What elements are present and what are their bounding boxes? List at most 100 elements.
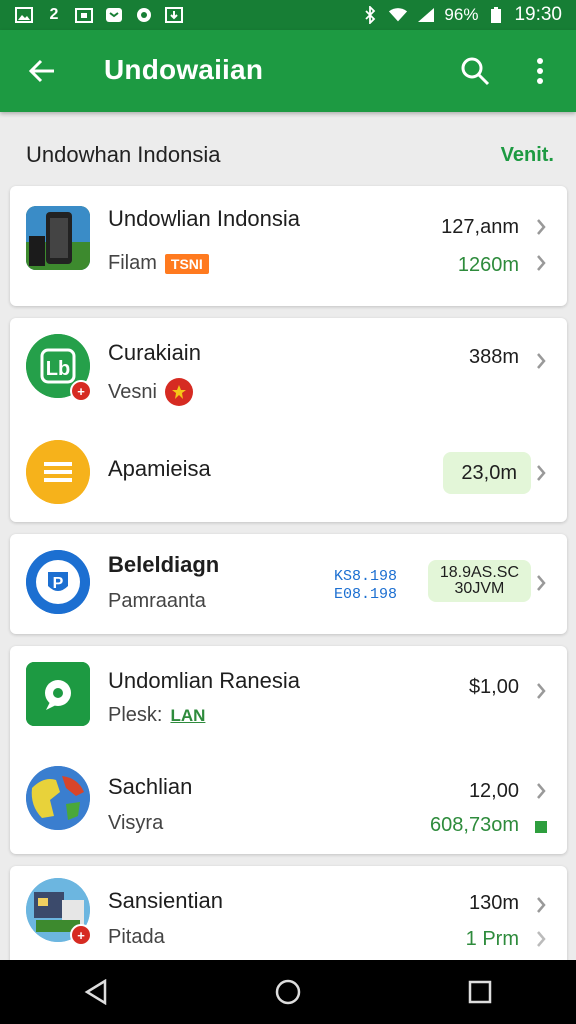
- code-label: KS8.198: [334, 568, 398, 585]
- list-item[interactable]: Sachlian Visyra 12,00 608,73om: [10, 750, 567, 854]
- app-subtitle: Pitada: [108, 926, 165, 949]
- download-icon: [164, 6, 184, 24]
- app-category: Filam: [108, 252, 157, 274]
- sim-icon: 2: [49, 6, 59, 23]
- app-subtitle: Vesni: [108, 378, 193, 406]
- value-primary: 127,anm: [441, 216, 519, 238]
- chevron-right-icon: [533, 680, 549, 702]
- triangle-back-icon: [84, 979, 107, 1005]
- system-indicators: 96% 19:30: [360, 4, 562, 26]
- chevron-right-icon: [533, 252, 549, 274]
- search-icon: [461, 57, 490, 86]
- value-pill: 23,0m: [443, 452, 531, 494]
- signal-icon: [416, 6, 436, 24]
- list-item[interactable]: Apamieisa 23,0m: [10, 422, 567, 522]
- value-primary: 130m: [468, 892, 519, 914]
- chat-app-icon: [26, 662, 90, 726]
- globe-app-icon: [26, 766, 90, 830]
- overflow-menu-button[interactable]: [524, 52, 556, 90]
- nav-back-button[interactable]: [66, 962, 126, 1022]
- app-category: Visyra: [108, 812, 164, 834]
- app-name: Curakiain: [108, 340, 201, 365]
- battery-icon: [486, 6, 506, 24]
- chevron-right-icon: [533, 780, 549, 802]
- list-item[interactable]: + Sansientian Pitada 130m 1 Prm: [10, 866, 567, 960]
- nav-recents-button[interactable]: [450, 962, 510, 1022]
- value-pill: 18.9AS.SC 30JVM: [427, 560, 531, 602]
- svg-text:Lb: Lb: [46, 358, 70, 380]
- circle-home-icon: [275, 979, 301, 1005]
- section-header: Undowhan Indonsia Venit.: [0, 112, 576, 186]
- image-icon: [14, 6, 34, 24]
- message-icon: [104, 6, 124, 24]
- app-card: Undowlian Indonsia Filam TSNI 127,anm 12…: [10, 186, 567, 306]
- app-name: Undomlian Ranesia: [108, 668, 300, 693]
- app-subtitle: Pamraanta: [108, 590, 206, 613]
- system-nav-bar: [0, 960, 576, 1024]
- search-button[interactable]: [456, 52, 494, 90]
- status-bar: 2 96% 19:30: [0, 0, 576, 30]
- more-vert-icon: [537, 58, 543, 84]
- app-category: Pitada: [108, 926, 165, 948]
- app-name: Sansientian: [108, 888, 223, 913]
- value-primary: 388m: [468, 346, 519, 368]
- app-card: P Beleldiagn Pamraanta KS8.198 E08.198 1…: [10, 534, 567, 634]
- app-card: Undomlian Ranesia Plesk: LAN $1,00 Sachl…: [10, 646, 567, 854]
- value-primary: 23,0m: [461, 461, 517, 484]
- nav-home-button[interactable]: [258, 962, 318, 1022]
- app-name: Sachlian: [108, 774, 193, 799]
- chevron-right-icon: [533, 462, 549, 484]
- app-subtitle: Visyra: [108, 812, 163, 835]
- app-name: Undowlian Indonsia: [108, 206, 301, 231]
- value-secondary: 1 Prm: [465, 928, 519, 950]
- svg-text:P: P: [53, 575, 64, 592]
- wifi-icon: [388, 6, 408, 24]
- back-button[interactable]: [22, 52, 62, 90]
- list-item[interactable]: Undomlian Ranesia Plesk: LAN $1,00: [10, 646, 567, 750]
- value-primary: 12,00: [468, 780, 519, 802]
- clock: 19:30: [514, 4, 562, 25]
- app-category: Pamraanta: [108, 590, 206, 612]
- alert-icon: [164, 378, 193, 406]
- arrow-back-icon: [28, 59, 54, 83]
- chevron-right-icon: [533, 894, 549, 916]
- notes-app-icon: [26, 440, 90, 504]
- value-secondary: 1260m: [457, 254, 519, 276]
- square-recents-icon: [468, 980, 492, 1004]
- page-title: Undowaiian: [104, 54, 264, 85]
- list-item[interactable]: Lb + Curakiain Vesni 388m: [10, 318, 567, 422]
- app-name: Apamieisa: [108, 456, 211, 481]
- value-primary: $1,00: [468, 676, 519, 698]
- phone-app-icon: [26, 206, 90, 270]
- app-subtitle: Filam TSNI: [108, 252, 209, 275]
- app-name: Beleldiagn: [108, 552, 220, 577]
- app-bar: Undowaiian: [0, 30, 576, 112]
- tag-badge: TSNI: [164, 253, 209, 274]
- status-square-icon: [533, 816, 549, 838]
- section-title: Undowhan Indonsia: [26, 142, 221, 167]
- bluetooth-icon: [360, 6, 380, 24]
- notification-badge: +: [70, 924, 92, 946]
- chevron-right-icon: [533, 928, 549, 950]
- location-icon: [134, 6, 154, 24]
- shield-app-icon: P: [26, 550, 90, 614]
- tag-link: LAN: [170, 705, 206, 725]
- notification-badge: +: [70, 380, 92, 402]
- value-top: 18.9AS.SC: [439, 564, 519, 581]
- notification-icons: 2: [14, 6, 184, 24]
- calendar-icon: [74, 6, 94, 24]
- chevron-right-icon: [533, 216, 549, 238]
- battery-percent: 96%: [444, 5, 479, 24]
- code-label: E08.198: [334, 586, 398, 603]
- list-item[interactable]: Undowlian Indonsia Filam TSNI 127,anm 12…: [10, 186, 567, 306]
- list-item[interactable]: P Beleldiagn Pamraanta KS8.198 E08.198 1…: [10, 534, 567, 634]
- view-all-link[interactable]: Venit.: [501, 144, 554, 167]
- chevron-right-icon: [533, 350, 549, 372]
- app-category: Vesni: [108, 380, 157, 403]
- app-card: Lb + Curakiain Vesni 388m Apamieisa 23,0…: [10, 318, 567, 522]
- value-bottom: 30JVM: [454, 580, 505, 597]
- chevron-right-icon: [533, 572, 549, 594]
- app-subtitle: Plesk: LAN: [108, 704, 205, 727]
- value-secondary: 608,73om: [430, 814, 519, 836]
- app-category: Plesk:: [108, 704, 163, 726]
